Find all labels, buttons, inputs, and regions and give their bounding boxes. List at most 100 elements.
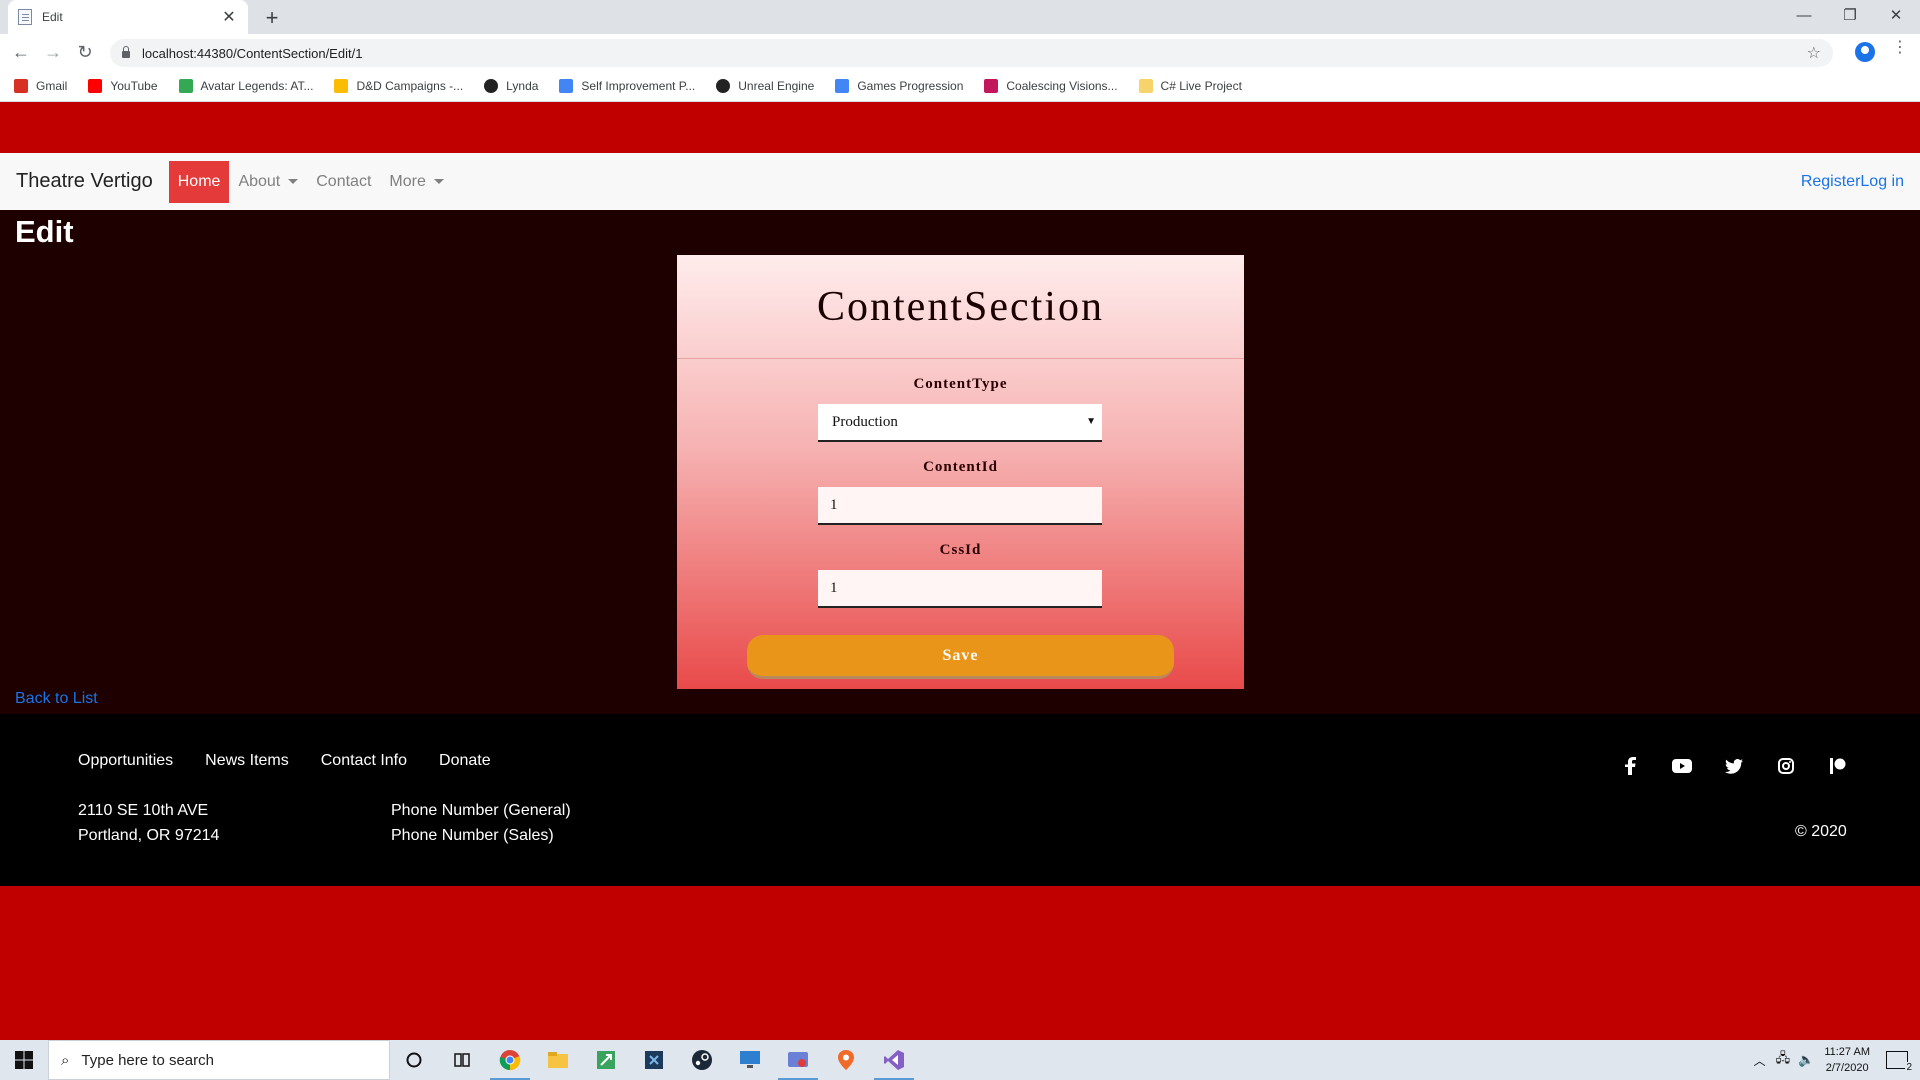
notification-center-icon[interactable]: 2 [1886, 1051, 1913, 1074]
css-id-label: CssId [939, 542, 982, 558]
web-page: Theatre Vertigo Home About Contact More … [0, 102, 1920, 1040]
content-id-value: 1 [830, 496, 838, 513]
browser-toolbar: ← → ↻ localhost:44380/ContentSection/Edi… [0, 34, 1920, 70]
bookmark-label: Self Improvement P... [581, 78, 696, 93]
browser-tab[interactable]: Edit ✕ [8, 0, 248, 34]
visual-studio-code-icon[interactable] [630, 1040, 678, 1080]
bookmark-item[interactable]: D&D Campaigns -... [334, 78, 464, 93]
brand-link[interactable]: Theatre Vertigo [16, 170, 153, 193]
lock-icon [122, 46, 130, 58]
task-view-icon[interactable] [438, 1040, 486, 1080]
chevron-up-icon[interactable]: ︿ [1754, 1052, 1766, 1069]
system-clock[interactable]: 11:27 AM 2/7/2020 [1824, 1044, 1870, 1076]
file-explorer-icon[interactable] [534, 1040, 582, 1080]
bookmark-star-icon[interactable]: ☆ [1807, 43, 1821, 63]
phone-general: Phone Number (General) [391, 802, 571, 819]
bookmark-item[interactable]: Lynda [484, 78, 539, 93]
back-button[interactable]: ← [9, 40, 33, 64]
snipping-tool-icon[interactable] [774, 1040, 822, 1080]
patreon-icon[interactable] [1826, 754, 1850, 778]
content-id-input[interactable]: 1 [818, 487, 1102, 525]
bookmark-item[interactable]: Games Progression [835, 78, 963, 93]
browser-tabstrip: Edit ✕ + — ❐ ✕ [0, 0, 1920, 34]
footer-link-donate[interactable]: Donate [439, 752, 491, 770]
bookmarks-bar: Gmail YouTube Avatar Legends: AT... D&D Cam… [0, 70, 1920, 102]
remote-desktop-icon[interactable] [726, 1040, 774, 1080]
bookmark-label: Lynda [506, 78, 539, 93]
top-red-band [0, 102, 1920, 153]
nav-contact[interactable]: Contact [307, 161, 380, 203]
bookmark-label: C# Live Project [1160, 78, 1242, 93]
unreal-icon [716, 78, 731, 93]
search-icon: ⌕ [61, 1051, 70, 1069]
chevron-down-icon [288, 179, 299, 184]
footer-link-opportunities[interactable]: Opportunities [78, 752, 173, 770]
footer-link-contact[interactable]: Contact Info [321, 752, 407, 770]
bookmark-label: YouTube [110, 78, 158, 93]
css-id-input[interactable]: 1 [818, 570, 1102, 608]
nav-home[interactable]: Home [168, 160, 230, 203]
minimize-button[interactable]: — [1781, 0, 1827, 30]
auth-links: Register Log in [1801, 153, 1904, 210]
new-tab-button[interactable]: + [260, 5, 284, 31]
nav-more[interactable]: More [380, 161, 452, 203]
page-favicon-icon [18, 9, 32, 25]
bookmark-item[interactable]: Gmail [14, 78, 67, 93]
twitter-icon[interactable] [1722, 754, 1746, 778]
dropdown-arrow-icon: ▼ [1086, 416, 1096, 427]
bookmark-item[interactable]: Self Improvement P... [559, 78, 696, 93]
bookmark-label: Unreal Engine [738, 78, 815, 93]
facebook-icon[interactable] [1618, 754, 1642, 778]
maps-pin-icon[interactable] [822, 1040, 870, 1080]
content-id-label: ContentId [923, 459, 998, 475]
git-tool-icon[interactable] [582, 1040, 630, 1080]
chrome-taskbar-icon[interactable] [486, 1040, 534, 1080]
steam-icon[interactable] [678, 1040, 726, 1080]
site-navbar: Theatre Vertigo Home About Contact More … [0, 153, 1920, 210]
bookmark-label: D&D Campaigns -... [356, 78, 464, 93]
start-button[interactable] [0, 1040, 48, 1080]
restore-button[interactable]: ❐ [1827, 0, 1873, 30]
search-placeholder: Type here to search [81, 1051, 214, 1069]
cortana-icon[interactable] [390, 1040, 438, 1080]
bookmark-item[interactable]: Unreal Engine [716, 78, 815, 93]
visual-studio-icon[interactable] [870, 1040, 918, 1080]
youtube-icon [88, 78, 103, 93]
bookmark-item[interactable]: Avatar Legends: AT... [178, 78, 313, 93]
bookmark-item[interactable]: YouTube [88, 78, 158, 93]
footer-link-news[interactable]: News Items [205, 752, 289, 770]
social-links [1618, 754, 1878, 778]
main-content: Edit ContentSection ContentType Producti… [0, 210, 1920, 714]
youtube-icon[interactable] [1670, 754, 1694, 778]
address-line-1: 2110 SE 10th AVE [78, 802, 209, 819]
content-type-select[interactable]: Production ▼ [818, 404, 1102, 442]
register-link[interactable]: Register [1801, 173, 1861, 191]
docs-icon [559, 78, 574, 93]
footer-links: Opportunities News Items Contact Info Do… [78, 752, 523, 770]
bookmark-item[interactable]: C# Live Project [1138, 78, 1242, 93]
bookmark-item[interactable]: Coalescing Visions... [984, 78, 1118, 93]
profile-avatar-icon[interactable] [1855, 42, 1875, 62]
chrome-menu-icon[interactable]: ⋮ [1892, 40, 1908, 56]
address-bar[interactable]: localhost:44380/ContentSection/Edit/1 ☆ [110, 39, 1833, 67]
footer-address: 2110 SE 10th AVE Portland, OR 97214 [78, 798, 219, 848]
taskbar-search-input[interactable]: ⌕ Type here to search [48, 1040, 390, 1080]
back-to-list-link[interactable]: Back to List [15, 690, 98, 708]
close-window-button[interactable]: ✕ [1873, 0, 1919, 30]
card-header: ContentSection [677, 255, 1244, 359]
network-icon[interactable]: 🖧 [1776, 1049, 1791, 1071]
clock-date: 2/7/2020 [1825, 1062, 1869, 1074]
save-button[interactable]: Save [747, 635, 1174, 679]
forward-button[interactable]: → [41, 40, 65, 64]
drive-icon [178, 78, 193, 93]
bookmark-label: Coalescing Visions... [1006, 78, 1118, 93]
tab-title: Edit [42, 10, 63, 24]
nav-about[interactable]: About [229, 161, 307, 203]
close-tab-icon[interactable]: ✕ [220, 7, 238, 27]
footer-phones: Phone Number (General) Phone Number (Sal… [391, 798, 571, 848]
volume-icon[interactable]: 🔈 [1798, 1052, 1814, 1068]
instagram-icon[interactable] [1774, 754, 1798, 778]
reload-button[interactable]: ↻ [73, 40, 97, 64]
login-link[interactable]: Log in [1860, 173, 1904, 191]
ruby-icon [984, 78, 999, 93]
